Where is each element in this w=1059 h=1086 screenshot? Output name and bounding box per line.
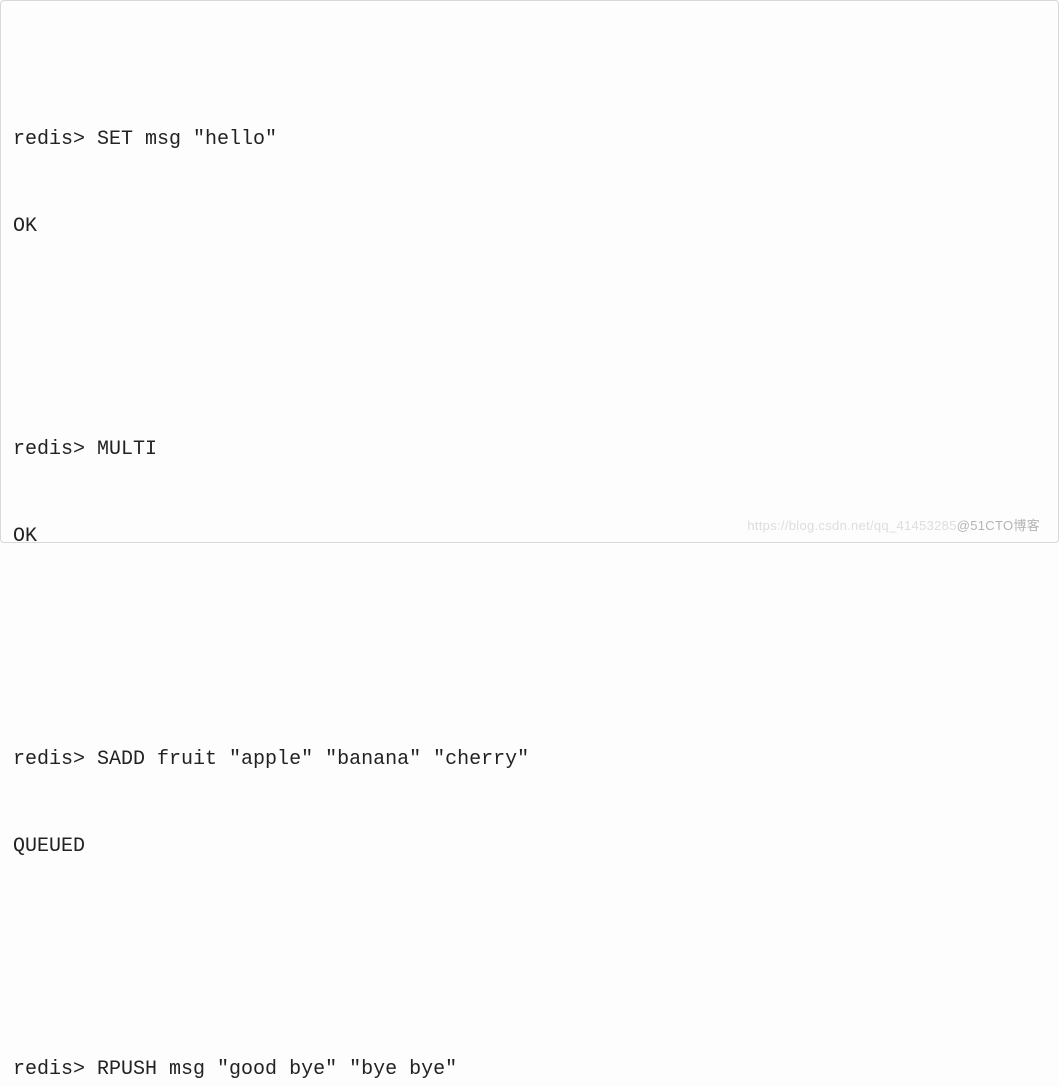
response-line: OK [13,522,1046,551]
prompt: redis> [13,748,85,771]
prompt: redis> [13,1058,85,1081]
command: SET msg "hello" [97,128,277,151]
command-block: redis> SET msg "hello" OK [13,67,1046,299]
command-block: redis> MULTI OK [13,377,1046,609]
prompt: redis> [13,128,85,151]
command-line: redis> RPUSH msg "good bye" "bye bye" [13,1055,1046,1084]
prompt: redis> [13,438,85,461]
command-line: redis> SADD fruit "apple" "banana" "cher… [13,745,1046,774]
command: SADD fruit "apple" "banana" "cherry" [97,748,529,771]
command-block: redis> SADD fruit "apple" "banana" "cher… [13,687,1046,919]
command: RPUSH msg "good bye" "bye bye" [97,1058,457,1081]
terminal-output: redis> SET msg "hello" OK redis> MULTI O… [13,9,1046,1086]
command-line: redis> MULTI [13,435,1046,464]
command-block: redis> RPUSH msg "good bye" "bye bye" QU… [13,997,1046,1086]
response-line: QUEUED [13,832,1046,861]
response-line: OK [13,212,1046,241]
command-line: redis> SET msg "hello" [13,125,1046,154]
command: MULTI [97,438,157,461]
